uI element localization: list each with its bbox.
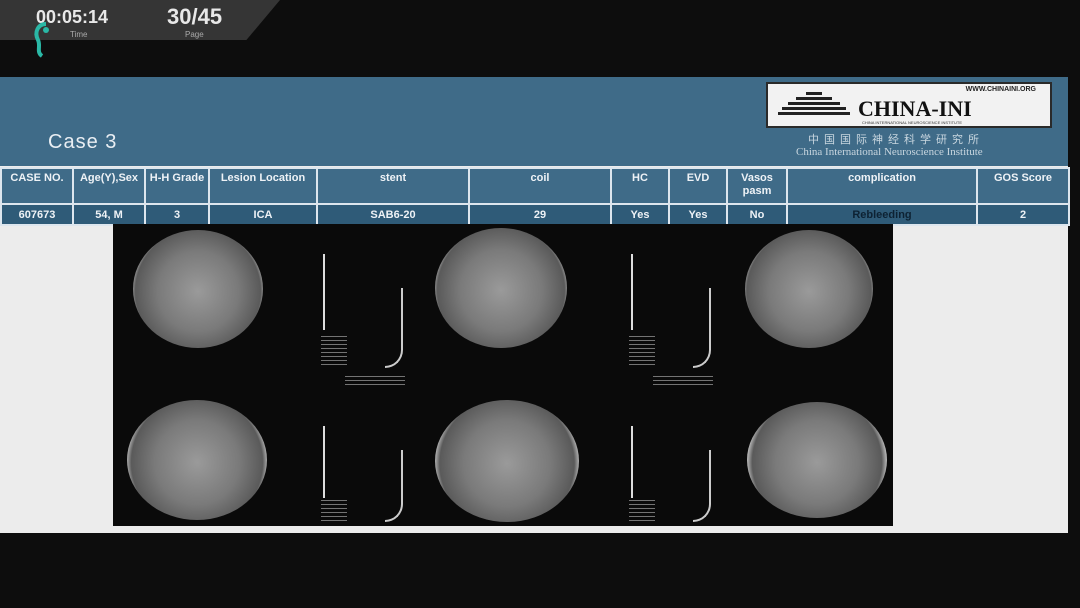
table-header-row: CASE NO. Age(Y),Sex H-H Grade Lesion Loc…	[0, 167, 1070, 205]
cell-evd: Yes	[668, 203, 728, 226]
channel-logo-icon	[34, 22, 49, 58]
scan-metadata	[629, 336, 655, 366]
scan-metadata	[321, 336, 347, 366]
scale-curve	[385, 450, 403, 522]
cell-hc: Yes	[610, 203, 670, 226]
scan-metadata	[629, 500, 655, 524]
table-row: 607673 54, M 3 ICA SAB6-20 29 Yes Yes No…	[0, 203, 1070, 226]
scan-metadata	[653, 376, 713, 388]
col-coil: coil	[468, 167, 612, 205]
col-hc: HC	[610, 167, 670, 205]
ct-scan-image	[745, 230, 873, 348]
col-gos-score: GOS Score	[976, 167, 1070, 205]
col-vasospasm: Vasos pasm	[726, 167, 788, 205]
cell-complication: Rebleeding	[786, 203, 978, 226]
col-lesion-location: Lesion Location	[208, 167, 318, 205]
col-hh-grade: H-H Grade	[144, 167, 210, 205]
cell-case-no: 607673	[0, 203, 74, 226]
scan-metadata	[345, 376, 405, 388]
case-title: Case 3	[48, 131, 118, 153]
col-stent: stent	[316, 167, 470, 205]
ct-scan-panel	[113, 224, 893, 526]
globe-icon	[778, 92, 850, 115]
col-case-no: CASE NO.	[0, 167, 74, 205]
ct-scan-image	[127, 400, 267, 520]
scale-ruler	[323, 426, 325, 498]
scale-ruler	[323, 254, 325, 330]
scale-ruler	[631, 254, 633, 330]
logo-name: CHINA-INI	[858, 96, 972, 121]
scale-curve	[693, 450, 711, 522]
col-complication: complication	[786, 167, 978, 205]
ct-scan-image	[133, 230, 263, 348]
ct-scan-image	[747, 402, 887, 518]
logo-english-name: China International Neuroscience Institu…	[796, 146, 983, 158]
presentation-slide: Case 3 WWW.CHINAINI.ORG CHINA-INI CHINA …	[0, 77, 1070, 533]
cell-lesion-location: ICA	[208, 203, 318, 226]
logo-chinese-name: 中国国际神经科学研究所	[808, 134, 984, 146]
col-age-sex: Age(Y),Sex	[72, 167, 146, 205]
cell-age-sex: 54, M	[72, 203, 146, 226]
scale-ruler	[631, 426, 633, 498]
col-evd: EVD	[668, 167, 728, 205]
scale-curve	[385, 288, 403, 368]
cell-vasospasm: No	[726, 203, 788, 226]
cell-gos-score: 2	[976, 203, 1070, 226]
scale-curve	[693, 288, 711, 368]
cell-hh-grade: 3	[144, 203, 210, 226]
scan-metadata	[321, 500, 347, 524]
logo-url: WWW.CHINAINI.ORG	[965, 86, 1036, 93]
case-table: CASE NO. Age(Y),Sex H-H Grade Lesion Loc…	[0, 167, 1070, 226]
page-counter: 30/45	[167, 4, 223, 29]
ct-scan-image	[435, 228, 567, 348]
logo-subtitle: CHINA INTERNATIONAL NEUROSCIENCE INSTITU…	[862, 120, 963, 125]
cell-stent: SAB6-20	[316, 203, 470, 226]
china-ini-logo: WWW.CHINAINI.ORG CHINA-INI CHINA INTERNA…	[766, 82, 1052, 128]
page-label: Page	[185, 30, 204, 39]
cell-coil: 29	[468, 203, 612, 226]
ct-scan-image	[435, 400, 579, 522]
